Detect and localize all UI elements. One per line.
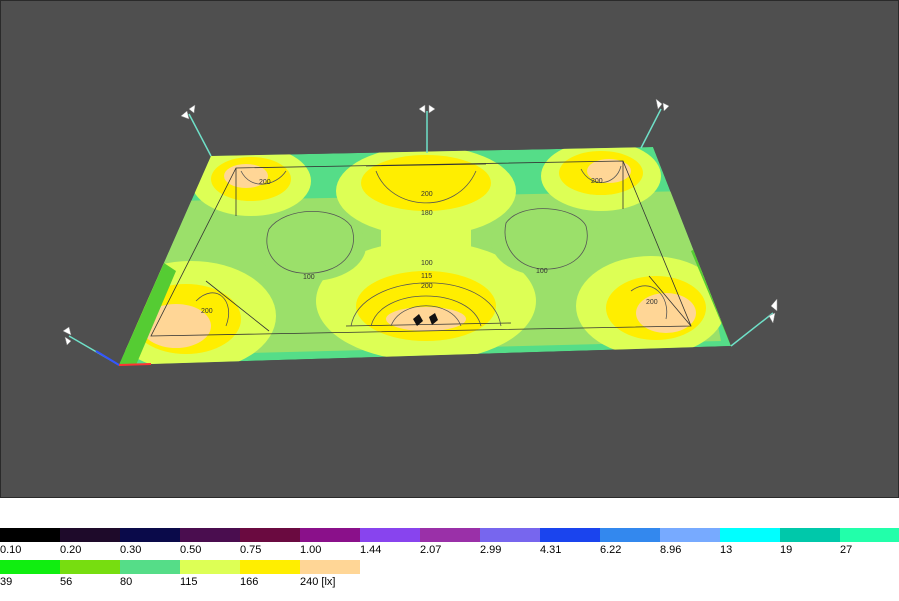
contour-label: 100 bbox=[303, 274, 315, 281]
luminaire-icon bbox=[188, 104, 196, 114]
contour-label: 100 bbox=[536, 268, 548, 275]
contour-label: 200 bbox=[421, 283, 433, 290]
luminaire-icon bbox=[64, 336, 72, 346]
legend-swatch bbox=[480, 528, 540, 542]
legend-swatch bbox=[240, 560, 300, 574]
legend-swatch bbox=[420, 528, 480, 542]
legend-label: 39 bbox=[0, 576, 13, 588]
legend-label: 8.96 bbox=[660, 544, 682, 556]
legend-swatch bbox=[780, 528, 840, 542]
contour-label: 200 bbox=[591, 178, 603, 185]
legend-label: 27 bbox=[840, 544, 853, 556]
contour-label: 200 bbox=[259, 179, 271, 186]
illuminance-field bbox=[119, 147, 731, 365]
legend-label: 4.31 bbox=[540, 544, 562, 556]
legend-swatch bbox=[240, 528, 300, 542]
legend-label: 1.44 bbox=[360, 544, 382, 556]
legend-label: 0.30 bbox=[120, 544, 142, 556]
legend-swatch bbox=[0, 560, 60, 574]
luminaire-icon bbox=[62, 326, 72, 336]
zone-left-pad bbox=[256, 211, 366, 281]
legend-label: 80 bbox=[120, 576, 133, 588]
contour-label: 200 bbox=[201, 308, 213, 315]
luminaire-icon bbox=[655, 98, 663, 110]
legend-label: 0.10 bbox=[0, 544, 22, 556]
legend-swatch bbox=[180, 560, 240, 574]
legend-label: 0.50 bbox=[180, 544, 202, 556]
legend-swatch bbox=[840, 528, 899, 542]
legend-swatch bbox=[300, 560, 360, 574]
legend-swatch bbox=[180, 528, 240, 542]
axis-y-icon bbox=[95, 350, 120, 366]
luminaire-icon bbox=[770, 298, 778, 312]
legend-label: 56 bbox=[60, 576, 73, 588]
luminaire-icon bbox=[180, 110, 190, 120]
zone-bc-240 bbox=[386, 307, 466, 331]
legend-label: 13 bbox=[720, 544, 733, 556]
illuminance-legend: 0.10 0.20 0.30 0.50 0.75 1.00 1.44 2.07 2.99 4.31… bbox=[0, 528, 899, 598]
legend-label: 6.22 bbox=[600, 544, 622, 556]
legend-swatch bbox=[60, 560, 120, 574]
contour-label: 180 bbox=[421, 210, 433, 217]
legend-row-1: 0.10 0.20 0.30 0.50 0.75 1.00 1.44 2.07 2.99 4.31… bbox=[0, 528, 899, 558]
legend-label: 2.99 bbox=[480, 544, 502, 556]
legend-label: 0.20 bbox=[60, 544, 82, 556]
zone-right-pad bbox=[491, 206, 601, 276]
legend-label: 1.00 bbox=[300, 544, 322, 556]
luminaire-icon bbox=[418, 104, 426, 114]
legend-swatch bbox=[600, 528, 660, 542]
legend-swatch bbox=[120, 560, 180, 574]
pole-bottom-right bbox=[730, 312, 774, 347]
legend-swatch bbox=[360, 528, 420, 542]
illuminance-scene: 200 180 100 100 100 115 200 200 200 200 … bbox=[62, 98, 778, 366]
legend-label: 2.07 bbox=[420, 544, 442, 556]
legend-label: 166 bbox=[240, 576, 259, 588]
luminaire-icon bbox=[662, 102, 670, 112]
legend-swatch bbox=[660, 528, 720, 542]
contour-label: 100 bbox=[421, 260, 433, 267]
legend-swatch bbox=[540, 528, 600, 542]
legend-label: 115 bbox=[180, 576, 198, 588]
pole-top-left bbox=[188, 113, 212, 157]
legend-swatch bbox=[60, 528, 120, 542]
legend-swatch bbox=[0, 528, 60, 542]
contour-label: 200 bbox=[421, 191, 433, 198]
legend-label: 0.75 bbox=[240, 544, 262, 556]
axis-x-icon bbox=[118, 363, 152, 366]
legend-swatch bbox=[720, 528, 780, 542]
contour-label: 115 bbox=[421, 273, 432, 280]
legend-row-2: 39 56 80 115 166 240 [lx] bbox=[0, 560, 899, 590]
pole-top-right bbox=[640, 108, 662, 149]
luminaire-icon bbox=[428, 104, 436, 114]
3d-viewport[interactable]: 200 180 100 100 100 115 200 200 200 200 … bbox=[0, 0, 899, 498]
contour-label: 200 bbox=[646, 299, 658, 306]
legend-swatch bbox=[120, 528, 180, 542]
legend-label: 19 bbox=[780, 544, 793, 556]
legend-swatch bbox=[300, 528, 360, 542]
legend-label: 240 [lx] bbox=[300, 576, 336, 588]
